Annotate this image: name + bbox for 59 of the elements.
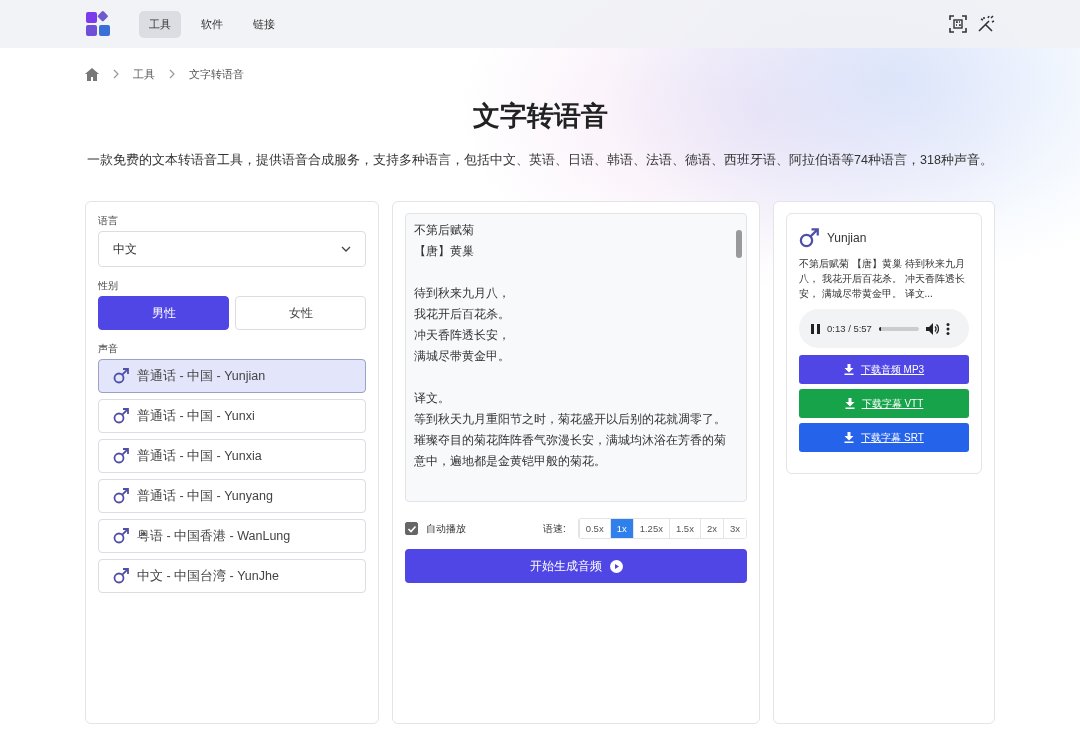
male-icon: [113, 488, 129, 505]
voice-name: 普通话 - 中国 - Yunxi: [137, 407, 255, 425]
download-button[interactable]: 下载字幕 SRT: [799, 423, 969, 453]
play-icon: [609, 559, 623, 573]
scan-icon[interactable]: [949, 15, 967, 33]
nav-tab[interactable]: 工具: [139, 10, 181, 38]
download-icon: [843, 364, 854, 376]
download-icon: [844, 398, 855, 410]
chevron-icon: [169, 69, 175, 79]
text-input[interactable]: 不第后赋菊 【唐】黄巢 待到秋来九月八， 我花开后百花杀。 冲天香阵透长安， 满城尽带黄金甲。 译文。 等到秋天九月重阳节之时，菊花盛开以后别的花就凋零了。璀璨夺目的菊花阵阵香气弥漫长安，满城均沐浴在芳香的菊意中，遍地都是金黄铠甲般的菊花。: [405, 213, 747, 503]
checkbox[interactable]: [405, 522, 418, 536]
chevron-icon: [113, 69, 119, 79]
magic-wand-icon[interactable]: [977, 15, 995, 33]
speed-option[interactable]: 1x: [609, 519, 633, 539]
breadcrumb-link[interactable]: 文字转语音: [189, 66, 244, 82]
progress-bar[interactable]: [878, 326, 919, 331]
speed-label: 语速:: [542, 521, 566, 536]
more-icon[interactable]: [945, 322, 950, 335]
voice-name: 普通话 - 中国 - Yunyang: [137, 487, 273, 505]
male-icon: [113, 368, 129, 385]
nav-tab[interactable]: 链接: [243, 10, 285, 38]
voice-option[interactable]: 中文 - 中国台湾 - YunJhe: [98, 559, 366, 594]
checkbox-label: 自动播放: [426, 521, 466, 536]
breadcrumb-link[interactable]: 工具: [133, 66, 155, 82]
text-preview: 不第后赋菊 【唐】黄巢 待到秋来九月八， 我花开后百花杀。 冲天香阵透长安， 满城尽带黄金甲。 译文...: [799, 257, 966, 302]
generate-button[interactable]: 开始生成音频: [405, 549, 747, 584]
male-icon: [799, 228, 819, 249]
chevron-down-icon: [341, 246, 351, 253]
voice-option[interactable]: 普通话 - 中国 - Yunyang: [98, 479, 366, 514]
nav-tab[interactable]: 软件: [191, 10, 233, 38]
voice-option[interactable]: 普通话 - 中国 - Yunjian: [98, 359, 366, 394]
download-icon: [844, 432, 855, 444]
voice-name: Yunjian: [827, 231, 867, 246]
voice-option[interactable]: 粤语 - 中国香港 - WanLung: [98, 519, 366, 554]
gender-button[interactable]: 女性: [235, 296, 366, 331]
male-icon: [113, 448, 129, 465]
male-icon: [113, 408, 129, 425]
gender-button[interactable]: 男性: [98, 296, 229, 331]
speed-option[interactable]: 3x: [722, 519, 746, 539]
volume-icon[interactable]: [925, 322, 939, 335]
field-label: 声音: [98, 342, 119, 357]
home-icon[interactable]: [85, 67, 99, 81]
download-button[interactable]: 下载音频 MP3: [799, 355, 969, 385]
field-label: 性别: [98, 279, 119, 294]
playback-time: 0:13 / 5:57: [827, 323, 872, 335]
voice-name: 普通话 - 中国 - Yunxia: [137, 447, 262, 465]
page-description: 一款免费的文本转语音工具，提供语音合成服务，支持多种语言，包括中文、英语、日语、韩语、法语、德语、西班牙语、阿拉伯语等74种语言，318种声音。: [86, 152, 994, 170]
voice-name: 普通话 - 中国 - Yunjian: [137, 367, 266, 385]
language-select[interactable]: 中文: [98, 231, 366, 268]
voice-name: 粤语 - 中国香港 - WanLung: [137, 527, 291, 545]
page-title: 文字转语音: [471, 100, 609, 133]
logo-icon[interactable]: [85, 11, 111, 37]
voice-option[interactable]: 普通话 - 中国 - Yunxia: [98, 439, 366, 474]
voice-option[interactable]: 普通话 - 中国 - Yunxi: [98, 399, 366, 434]
male-icon: [113, 568, 129, 585]
male-icon: [113, 528, 129, 545]
pause-icon[interactable]: [811, 323, 820, 334]
voice-name: 中文 - 中国台湾 - YunJhe: [137, 567, 279, 585]
field-label: 语言: [98, 214, 119, 229]
